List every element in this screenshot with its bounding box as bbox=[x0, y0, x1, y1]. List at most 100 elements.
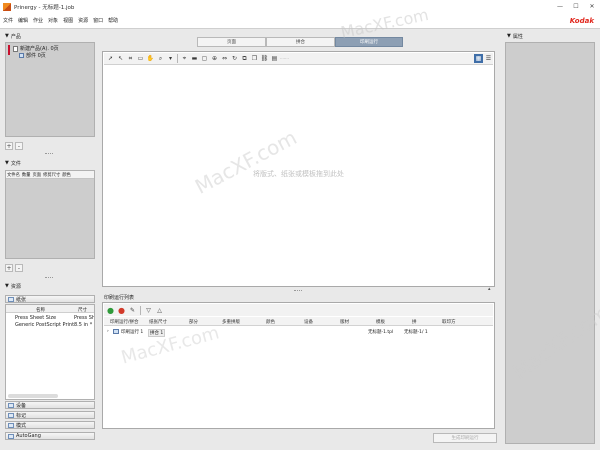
col-name[interactable]: 名称 bbox=[36, 307, 45, 313]
direct-select-icon[interactable]: ↖ bbox=[116, 54, 125, 63]
add-press-run-icon[interactable]: ● bbox=[106, 306, 115, 315]
col-color[interactable]: 颜色 bbox=[62, 172, 71, 178]
select-arrow-icon[interactable]: ➚ bbox=[106, 54, 115, 63]
col-imposed[interactable]: 拼 bbox=[412, 319, 417, 325]
col-plate[interactable]: 版材 bbox=[340, 319, 349, 325]
col-colors[interactable]: 颜色 bbox=[266, 319, 275, 325]
properties-panel bbox=[505, 42, 595, 444]
autogang-icon bbox=[8, 433, 14, 439]
menu-resources[interactable]: 资源 bbox=[78, 17, 88, 24]
sheet-name: Generic PostScript Printer bbox=[15, 322, 74, 328]
add-product-button[interactable]: + bbox=[5, 142, 13, 150]
canvas-toolbar: ➚ ↖ ⌗ ▭ ✋ ⌕ ▾ ⌖ ▬ ▢ ⊕ ⇔ ↻ ⧉ ❐ ⛓ ▤ ······… bbox=[104, 53, 493, 65]
press-run-toolbar: ● ● ✎ ▽ △ bbox=[104, 304, 493, 316]
remove-product-button[interactable]: - bbox=[15, 142, 23, 150]
col-multi-up[interactable]: 多重拼版 bbox=[222, 319, 240, 325]
tree-item-part[interactable]: 部件 0页 bbox=[19, 52, 46, 59]
measure-icon[interactable]: ⌖ bbox=[180, 54, 189, 63]
collapse-arrow-icon[interactable]: ▴ bbox=[488, 286, 491, 292]
col-section[interactable]: 部分 bbox=[189, 319, 198, 325]
ruler-icon[interactable]: ▬ bbox=[190, 54, 199, 63]
align-center-icon[interactable]: ⊕ bbox=[210, 54, 219, 63]
products-header[interactable]: ▼ 产品 bbox=[5, 32, 21, 40]
layout-icon[interactable]: ▤ bbox=[270, 54, 279, 63]
col-print-side[interactable]: 取印方 bbox=[442, 319, 456, 325]
expand-arrow-icon[interactable]: › bbox=[107, 329, 109, 334]
tree-item-part-label: 部件 0页 bbox=[26, 53, 46, 59]
list-view-icon[interactable]: ☰ bbox=[484, 54, 493, 63]
table-row[interactable]: › 印刷运行 1 拼合 1 无标题-1.tpl 无标题-1/ 1 bbox=[104, 328, 493, 337]
duplicate-icon[interactable]: ❐ bbox=[250, 54, 259, 63]
menu-help[interactable]: 帮助 bbox=[108, 17, 118, 24]
step-repeat-icon[interactable]: ⧉ bbox=[240, 54, 249, 63]
hand-icon[interactable]: ✋ bbox=[146, 54, 155, 63]
kodak-logo: Kodak bbox=[569, 16, 594, 25]
filter-icon[interactable]: ▽ bbox=[144, 306, 153, 315]
resources-tab-devices-label: 设备 bbox=[16, 402, 27, 409]
resources-tab-devices[interactable]: 设备 bbox=[5, 401, 95, 409]
list-item[interactable]: Press Sheet Size Press Sh bbox=[15, 315, 94, 321]
menu-edit[interactable]: 编辑 bbox=[18, 17, 28, 24]
zoom-dropdown-icon[interactable]: ▾ bbox=[166, 54, 175, 63]
remove-file-button[interactable]: - bbox=[15, 264, 23, 272]
minimize-button[interactable]: — bbox=[552, 3, 568, 10]
press-run-name: 印刷运行 1 bbox=[121, 330, 144, 335]
menu-file[interactable]: 文件 bbox=[3, 17, 13, 24]
zoom-icon[interactable]: ⌕ bbox=[156, 54, 165, 63]
col-sheet-size[interactable]: 纸张尺寸 bbox=[149, 319, 167, 325]
splitter-grip[interactable] bbox=[294, 290, 302, 291]
splitter-grip[interactable] bbox=[45, 277, 53, 278]
properties-header[interactable]: ▼ 属性 bbox=[507, 32, 523, 40]
remove-press-run-icon[interactable]: ● bbox=[117, 306, 126, 315]
files-table-header: 文件名 数量 页面 修剪尺寸 颜色 bbox=[6, 171, 94, 179]
horizontal-scrollbar[interactable] bbox=[8, 394, 58, 398]
tree-item-product[interactable]: 新建产品(A). 0页 bbox=[13, 45, 59, 52]
files-header[interactable]: ▼ 文件 bbox=[5, 159, 21, 167]
menu-object[interactable]: 对象 bbox=[48, 17, 58, 24]
crop-icon[interactable]: ⌗ bbox=[126, 54, 135, 63]
maximize-button[interactable]: ☐ bbox=[568, 3, 584, 10]
close-button[interactable]: ✕ bbox=[584, 3, 600, 10]
col-quantity[interactable]: 数量 bbox=[22, 172, 31, 178]
create-press-run-button[interactable]: 生成印刷运行 bbox=[433, 433, 497, 443]
title-bar: Prinergy - 无标题-1.job — ☐ ✕ bbox=[0, 0, 600, 13]
sheet-size: Press Sh bbox=[74, 315, 94, 321]
col-template[interactable]: 模板 bbox=[376, 319, 385, 325]
grid-view-icon[interactable]: ▦ bbox=[474, 54, 483, 63]
menu-job[interactable]: 作业 bbox=[33, 17, 43, 24]
splitter-grip[interactable] bbox=[45, 153, 53, 154]
resources-tab-templates[interactable]: 模式 bbox=[5, 421, 95, 429]
products-tree: 新建产品(A). 0页 部件 0页 bbox=[5, 42, 95, 137]
link-icon[interactable]: ⛓ bbox=[260, 54, 269, 63]
canvas-drop-hint: 将版式、纸张或模板拖到此处 bbox=[253, 170, 344, 178]
list-item[interactable]: Generic PostScript Printer 8.5 in * 1 bbox=[15, 322, 94, 328]
col-trim-size[interactable]: 修剪尺寸 bbox=[43, 172, 60, 178]
sheets-list-header: 名称 尺寸 bbox=[6, 305, 94, 313]
tab-pages[interactable]: 页面 bbox=[197, 37, 266, 47]
col-pages[interactable]: 页面 bbox=[32, 172, 41, 178]
menu-view[interactable]: 视图 bbox=[63, 17, 73, 24]
toolbar-separator bbox=[177, 54, 178, 63]
sheet-name: Press Sheet Size bbox=[15, 315, 57, 321]
warning-icon[interactable]: △ bbox=[155, 306, 164, 315]
rectangle-icon[interactable]: ▢ bbox=[200, 54, 209, 63]
resources-tab-autogang[interactable]: AutoGang bbox=[5, 432, 95, 440]
resources-header[interactable]: ▼ 资源 bbox=[5, 282, 21, 290]
distribute-icon[interactable]: ⇔ bbox=[220, 54, 229, 63]
resources-tab-marks[interactable]: 标记 bbox=[5, 411, 95, 419]
col-device[interactable]: 设备 bbox=[304, 319, 313, 325]
menu-window[interactable]: 窗口 bbox=[93, 17, 103, 24]
rotate-icon[interactable]: ↻ bbox=[230, 54, 239, 63]
resources-tab-sheets[interactable]: 纸张 bbox=[5, 295, 95, 303]
tab-imposition[interactable]: 拼合 bbox=[266, 37, 335, 47]
add-file-button[interactable]: + bbox=[5, 264, 13, 272]
press-run-icon bbox=[113, 329, 119, 334]
col-press-run[interactable]: 印刷运行/拼合 bbox=[110, 319, 139, 325]
page-select-icon[interactable]: ▭ bbox=[136, 54, 145, 63]
resources-tab-sheets-label: 纸张 bbox=[16, 296, 27, 303]
col-filename[interactable]: 文件名 bbox=[7, 172, 20, 178]
edit-icon[interactable]: ✎ bbox=[128, 306, 137, 315]
col-size[interactable]: 尺寸 bbox=[78, 307, 87, 313]
collapse-triangle-icon: ▼ bbox=[5, 33, 9, 39]
files-table: 文件名 数量 页面 修剪尺寸 颜色 bbox=[5, 170, 95, 259]
